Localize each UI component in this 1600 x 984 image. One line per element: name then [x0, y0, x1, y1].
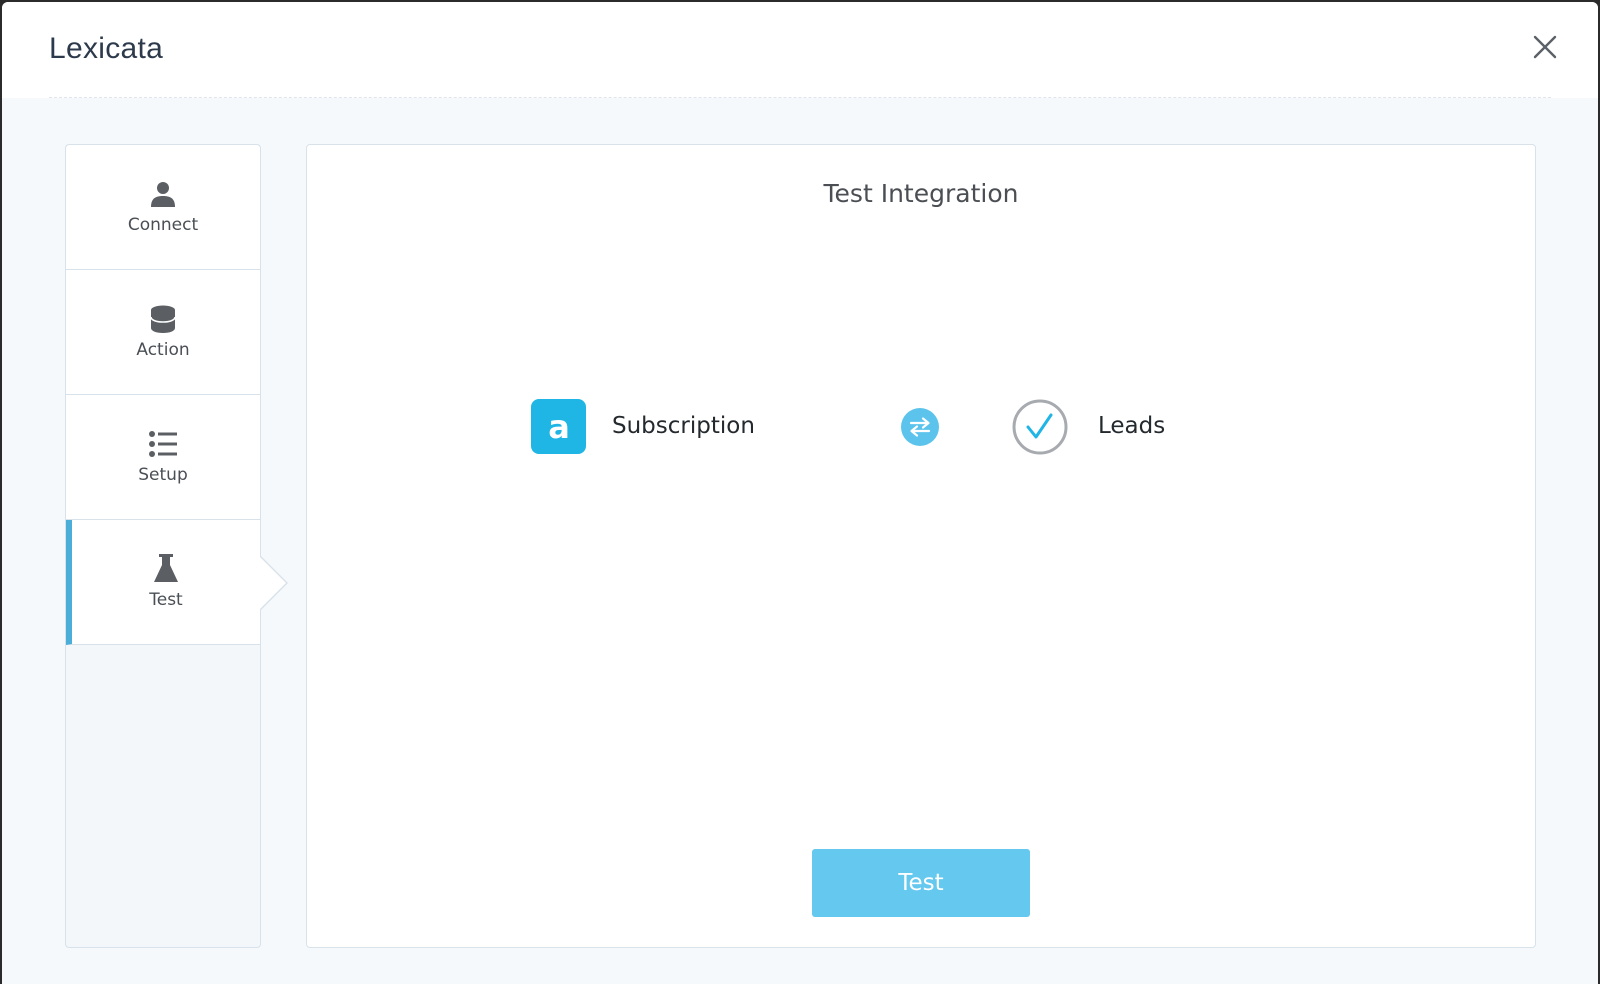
step-connect[interactable]: Connect: [66, 145, 260, 270]
step-label: Connect: [127, 215, 199, 235]
close-icon: [1533, 35, 1557, 59]
swap-arrows-icon: [901, 408, 939, 446]
header-divider: [49, 97, 1551, 98]
target-label: Leads: [1098, 413, 1166, 439]
step-label: Test: [149, 590, 183, 610]
flask-icon: [151, 554, 181, 584]
step-label: Setup: [138, 465, 188, 485]
svg-text:a: a: [548, 408, 570, 446]
database-icon: [148, 304, 178, 334]
step-action[interactable]: Action: [66, 270, 260, 395]
list-icon: [148, 429, 178, 459]
modal-header: Lexicata: [2, 2, 1598, 98]
app-logo-icon: a: [531, 399, 586, 454]
test-button[interactable]: Test: [812, 849, 1030, 917]
user-icon: [148, 179, 178, 209]
step-test[interactable]: Test: [66, 520, 288, 645]
integration-modal: Lexicata Connect Action Setup Test Test …: [2, 2, 1598, 984]
integration-flow: a Subscription Leads: [531, 399, 1231, 455]
modal-title: Lexicata: [49, 32, 164, 65]
step-setup[interactable]: Setup: [66, 395, 260, 520]
check-circle-icon: [1012, 399, 1068, 455]
source-label: Subscription: [612, 413, 755, 439]
panel-title: Test Integration: [823, 179, 1019, 208]
step-label: Action: [136, 340, 190, 360]
steps-sidebar: Connect Action Setup Test: [65, 144, 288, 948]
test-panel: Test Integration a Subscription Leads Te…: [306, 144, 1536, 948]
close-button[interactable]: [1530, 32, 1560, 62]
